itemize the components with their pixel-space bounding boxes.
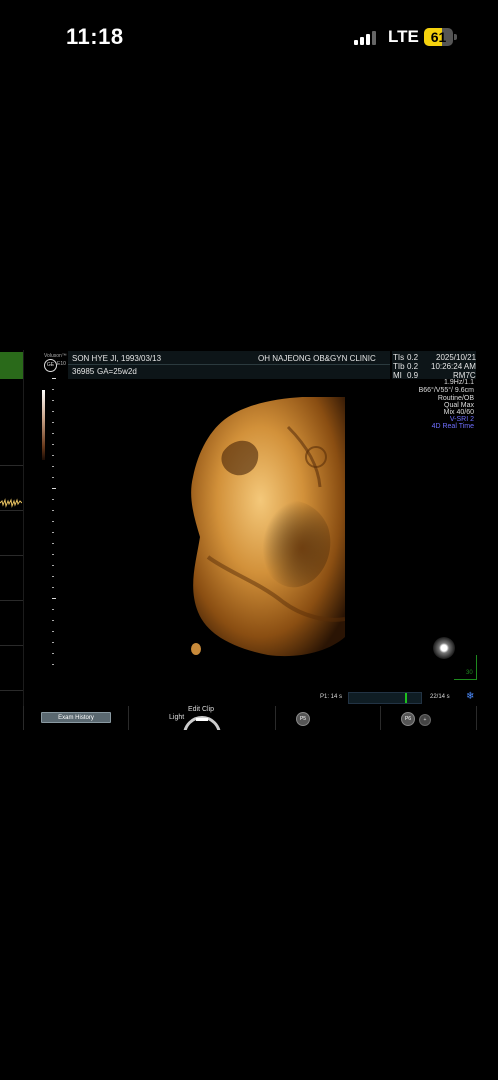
scale-tick — [52, 378, 56, 379]
tib-value: 0.2 — [407, 362, 419, 371]
birth-date: 1993/03/13 — [121, 354, 162, 363]
scale-tick — [52, 576, 54, 577]
patient-name: SON HYE JI, — [72, 354, 119, 363]
ultrasound-screen: Voluson™ GE E10 SON HYE JI, 1993/03/13 3… — [0, 350, 498, 730]
scale-tick — [52, 653, 54, 654]
tis-value: 0.2 — [407, 353, 419, 362]
tis-label: TIs — [393, 353, 405, 362]
scale-tick — [52, 664, 54, 665]
scale-tick — [52, 466, 54, 467]
scale-tick — [52, 499, 54, 500]
scale-tick — [52, 631, 54, 632]
gray-map-bar — [42, 390, 45, 460]
scale-tick — [52, 411, 54, 412]
scale-tick — [52, 598, 56, 599]
cine-slider[interactable] — [348, 692, 422, 704]
setting-quality: Qual Max — [444, 402, 474, 409]
freeze-icon[interactable]: ❄ — [466, 691, 474, 702]
patient-id: 36985 — [72, 367, 95, 376]
network-type: LTE — [388, 27, 419, 46]
scale-tick — [52, 389, 54, 390]
mode-vsri: V-SRI 2 — [449, 416, 474, 423]
scale-tick — [52, 554, 54, 555]
setting-mix: Mix 40/60 — [443, 409, 474, 416]
ge-logo: GE — [44, 359, 57, 372]
setting-angle-depth: B66°/V55°/ 9.6cm — [418, 387, 474, 394]
mi-label: MI — [393, 371, 402, 380]
scale-tick — [52, 532, 54, 533]
model-label: E10 — [57, 361, 66, 367]
scale-tick — [52, 455, 54, 456]
scale-tick — [52, 521, 54, 522]
orientation-ball-icon[interactable] — [433, 637, 455, 659]
depth-scale — [52, 378, 56, 668]
p6-button[interactable]: P6 — [401, 712, 415, 726]
orientation-number: 30 — [466, 670, 473, 676]
status-bar: 11:18 LTE 61 — [0, 0, 498, 70]
scale-tick — [52, 587, 54, 588]
scale-tick — [52, 422, 54, 423]
waveform-icon — [0, 498, 22, 508]
setting-frequency: 1.9Hz/1.1 — [444, 379, 474, 386]
scale-tick — [52, 433, 54, 434]
signal-icon — [354, 31, 376, 45]
knob-indicator — [196, 718, 208, 721]
cine-marker[interactable] — [405, 693, 407, 703]
setting-preset: Routine/OB — [437, 395, 474, 402]
tib-label: TIb — [393, 362, 405, 371]
scale-tick — [52, 477, 54, 478]
p5-button[interactable]: P5 — [296, 712, 310, 726]
exam-time: 10:26:24 AM — [431, 362, 476, 371]
light-label: Light — [169, 714, 185, 721]
clinic-name: OH NAJEONG OB&GYN CLINIC — [258, 354, 376, 363]
scale-tick — [52, 488, 56, 489]
exam-history-button[interactable]: Exam History — [41, 712, 111, 723]
scale-tick — [52, 642, 54, 643]
cine-label: P1: 14 s — [320, 694, 343, 700]
scale-tick — [52, 609, 54, 610]
mi-value: 0.9 — [407, 371, 419, 380]
scale-tick — [52, 510, 54, 511]
brand-label: Voluson™ — [44, 353, 67, 359]
scale-tick — [52, 400, 54, 401]
small-option-button[interactable]: + — [419, 714, 431, 726]
scale-tick — [52, 620, 54, 621]
battery-icon: 61 — [424, 28, 457, 46]
battery-level: 61 — [430, 29, 447, 45]
gestational-age: GA=25w2d — [97, 367, 137, 376]
fetal-3d-render — [191, 397, 345, 657]
edit-clip-label: Edit Clip — [188, 706, 215, 713]
left-panel — [0, 350, 24, 730]
scale-tick — [52, 543, 54, 544]
scale-tick — [52, 565, 54, 566]
mode-4d: 4D Real Time — [431, 423, 474, 430]
light-knob[interactable] — [183, 716, 221, 730]
scale-tick — [52, 444, 54, 445]
exam-date: 2025/10/21 — [436, 353, 477, 362]
cine-frames: 22/14 s — [430, 694, 450, 700]
orientation-marker — [454, 655, 477, 680]
status-time: 11:18 — [66, 24, 124, 49]
thumbnail-indicator[interactable] — [0, 352, 23, 379]
